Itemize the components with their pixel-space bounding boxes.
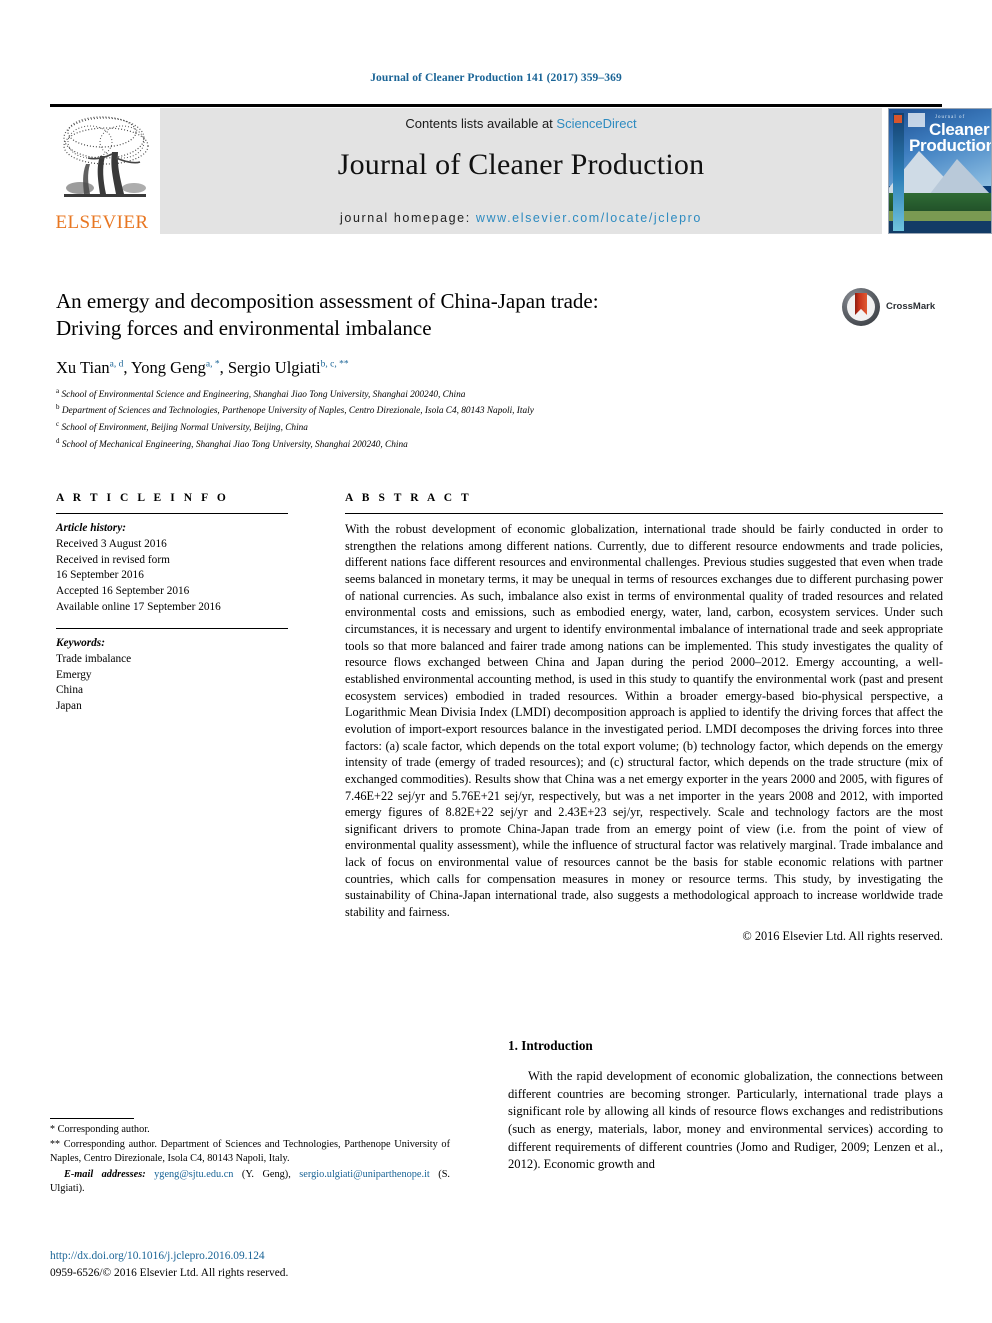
author-name[interactable]: Xu Tian <box>56 358 110 377</box>
abstract-copyright: © 2016 Elsevier Ltd. All rights reserved… <box>742 928 943 943</box>
article-info-heading: A R T I C L E I N F O <box>56 492 229 504</box>
author-affil-marker: b, c, ** <box>320 359 349 370</box>
crossmark-badge[interactable]: CrossMark <box>842 288 942 330</box>
footnote-rule <box>50 1118 134 1119</box>
abstract-text: With the robust development of economic … <box>345 522 943 920</box>
author-name[interactable]: Sergio Ulgiati <box>228 358 321 377</box>
introduction-paragraph: With the rapid development of economic g… <box>508 1068 943 1174</box>
affiliation-marker: c <box>56 420 60 429</box>
crossmark-icon <box>842 288 880 326</box>
contents-lists-label: Contents lists available at <box>405 116 557 131</box>
history-item: Available online 17 September 2016 <box>56 601 221 614</box>
affiliation-text: School of Environmental Science and Engi… <box>61 389 466 400</box>
affiliation-text: School of Environment, Beijing Normal Un… <box>61 423 308 434</box>
article-history-label: Article history: <box>56 522 126 534</box>
issn-copyright-line: 0959-6526/© 2016 Elsevier Ltd. All right… <box>50 1266 289 1279</box>
doi-link[interactable]: http://dx.doi.org/10.1016/j.jclepro.2016… <box>50 1248 470 1265</box>
paper-page: Journal of Cleaner Production 141 (2017)… <box>0 0 992 1323</box>
elsevier-wordmark: ELSEVIER <box>55 212 149 233</box>
crossmark-label: CrossMark <box>886 301 936 312</box>
history-item: Accepted 16 September 2016 <box>56 585 190 598</box>
keyword-item: Trade imbalance <box>56 652 132 665</box>
footnote-corresponding-1: * Corresponding author. <box>50 1123 450 1138</box>
elsevier-logo: ELSEVIER <box>50 108 154 234</box>
title-block: An emergy and decomposition assessment o… <box>56 288 816 453</box>
history-item: Received in revised form <box>56 553 170 566</box>
masthead-top-rule <box>50 104 942 107</box>
abstract-rule <box>345 513 943 514</box>
homepage-label: journal homepage: <box>340 211 476 225</box>
footnote-text: Corresponding author. Department of Scie… <box>50 1138 451 1165</box>
footnote-text: Corresponding author. <box>57 1124 150 1135</box>
introduction-heading: 1. Introduction <box>508 1038 593 1053</box>
author-name[interactable]: Yong Geng <box>131 358 206 377</box>
abstract-heading: A B S T R A C T <box>345 492 472 504</box>
cover-title-line2: Production <box>909 136 992 155</box>
title-line-1: An emergy and decomposition assessment o… <box>56 289 599 313</box>
introduction-section: 1. Introduction With the rapid developme… <box>508 1038 943 1174</box>
affiliation-marker: b <box>56 403 60 412</box>
keywords-label: Keywords: <box>56 636 105 649</box>
masthead-band: Contents lists available at ScienceDirec… <box>160 108 882 234</box>
affiliation-item: b Department of Sciences and Technologie… <box>56 402 816 419</box>
affiliation-item: d School of Mechanical Engineering, Shan… <box>56 436 816 453</box>
abstract-column: A B S T R A C T With the robust developm… <box>345 492 943 944</box>
affiliation-list: a School of Environmental Science and En… <box>56 386 816 453</box>
cover-elsevier-icon <box>908 113 925 127</box>
footnote-marker: ** <box>50 1138 60 1150</box>
email-link-ulgiati[interactable]: sergio.ulgiati@uniparthenope.it <box>299 1169 430 1180</box>
cover-mountain-right <box>929 159 991 195</box>
author-affil-marker: a, d <box>109 359 124 370</box>
journal-homepage-line: journal homepage: www.elsevier.com/locat… <box>160 211 882 225</box>
article-info-rule <box>56 513 288 514</box>
email-link-geng[interactable]: ygeng@sjtu.edu.cn <box>154 1169 233 1180</box>
contents-lists-line: Contents lists available at ScienceDirec… <box>160 116 882 131</box>
affiliation-marker: d <box>56 437 60 446</box>
email-addresses-label: E-mail addresses: <box>64 1168 146 1180</box>
footnote-corresponding-2: ** Corresponding author. Department of S… <box>50 1138 450 1167</box>
keywords-rule <box>56 627 288 629</box>
email-owner-geng: (Y. Geng), <box>241 1168 291 1180</box>
author-list: Xu Tiana, d, Yong Genga, *, Sergio Ulgia… <box>56 357 349 377</box>
author-affil-marker: a, * <box>205 359 220 370</box>
article-history: Article history: Received 3 August 2016 … <box>56 521 288 616</box>
affiliation-text: School of Mechanical Engineering, Shangh… <box>61 440 408 451</box>
affiliation-marker: a <box>56 386 60 395</box>
history-item: 16 September 2016 <box>56 569 144 582</box>
running-head: Journal of Cleaner Production 141 (2017)… <box>370 72 622 84</box>
homepage-url-link[interactable]: www.elsevier.com/locate/jclepro <box>476 211 702 225</box>
cover-spine-mark <box>894 115 902 123</box>
cover-footer-bar <box>889 221 991 233</box>
footnote-emails: E-mail addresses: ygeng@sjtu.edu.cn (Y. … <box>50 1168 450 1197</box>
keyword-item: Emergy <box>56 668 92 681</box>
sciencedirect-link[interactable]: ScienceDirect <box>556 116 636 131</box>
keywords-block: Keywords: Trade imbalance Emergy China J… <box>56 636 288 715</box>
journal-cover-thumbnail: Journal of Cleaner Production <box>888 108 992 234</box>
affiliation-item: c School of Environment, Beijing Normal … <box>56 419 816 436</box>
keyword-item: China <box>56 684 83 697</box>
article-info-column: A R T I C L E I N F O Article history: R… <box>56 492 288 715</box>
footnote-block: * Corresponding author. ** Corresponding… <box>50 1118 450 1197</box>
footnote-marker: * <box>50 1124 55 1135</box>
journal-masthead: ELSEVIER Contents lists available at Sci… <box>50 108 992 234</box>
affiliation-text: Department of Sciences and Technologies,… <box>61 406 534 417</box>
title-line-2: Driving forces and environmental imbalan… <box>56 316 432 341</box>
cover-spine <box>893 113 904 231</box>
page-title: An emergy and decomposition assessment o… <box>56 288 816 343</box>
journal-title: Journal of Cleaner Production <box>337 148 705 181</box>
doi-block: http://dx.doi.org/10.1016/j.jclepro.2016… <box>50 1248 470 1281</box>
intro-text-after-citation: ). Economic growth and <box>533 1157 655 1172</box>
affiliation-item: a School of Environmental Science and En… <box>56 386 816 403</box>
keyword-item: Japan <box>56 700 82 713</box>
history-item: Received 3 August 2016 <box>56 537 167 550</box>
